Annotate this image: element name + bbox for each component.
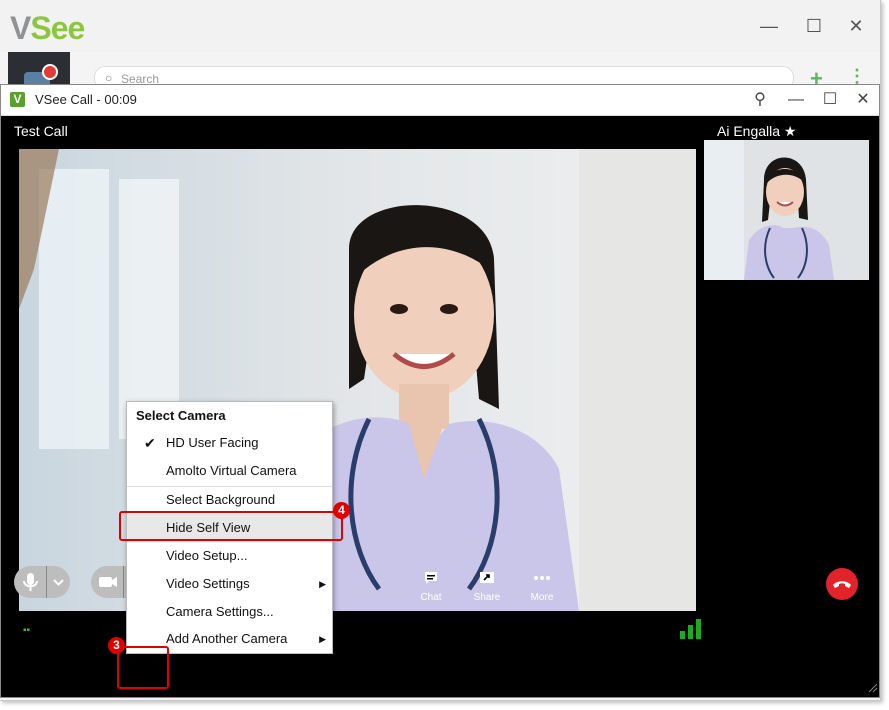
annotation-step-badge-4: 4 bbox=[333, 502, 350, 519]
submenu-arrow-icon: ▶ bbox=[319, 634, 326, 644]
annotation-highlight-camera-options bbox=[117, 646, 169, 689]
annotation-highlight-hide-self-view bbox=[119, 511, 343, 541]
menu-item-label: Video Setup... bbox=[166, 548, 248, 563]
call-minimize-button[interactable]: — bbox=[785, 89, 807, 111]
main-maximize-button[interactable]: ☐ bbox=[802, 14, 826, 38]
nurse-video-image bbox=[19, 149, 696, 611]
chat-button[interactable]: Chat bbox=[408, 570, 454, 603]
search-icon: ○ bbox=[105, 71, 113, 85]
main-video-feed bbox=[19, 149, 696, 611]
vsee-logo: VSee bbox=[10, 10, 85, 47]
menu-item-camera-settings[interactable]: Camera Settings... bbox=[127, 598, 332, 626]
chat-icon bbox=[408, 570, 454, 590]
checkmark-icon: ✔ bbox=[144, 435, 156, 451]
vsee-main-titlebar bbox=[0, 0, 880, 52]
more-dots-icon bbox=[519, 570, 565, 590]
microphone-options-button[interactable] bbox=[47, 566, 70, 598]
vsee-logo-see: See bbox=[30, 10, 85, 46]
main-minimize-button[interactable]: — bbox=[757, 14, 781, 38]
microphone-control bbox=[14, 566, 70, 598]
notification-dot bbox=[42, 64, 58, 80]
share-label: Share bbox=[473, 592, 501, 603]
vsee-logo-v: V bbox=[10, 10, 31, 46]
annotation-step-badge-3: 3 bbox=[108, 637, 125, 654]
self-view-image bbox=[704, 140, 869, 280]
remote-participant-name: Ai Engalla ★ bbox=[717, 123, 797, 139]
microphone-button[interactable] bbox=[14, 566, 46, 598]
menu-item-hd-user-facing[interactable]: ✔ HD User Facing bbox=[127, 429, 332, 457]
menu-item-video-setup[interactable]: Video Setup... bbox=[127, 542, 332, 570]
call-titlebar: V VSee Call - 00:09 ⚲ — ☐ ✕ bbox=[1, 85, 879, 116]
call-label: Test Call bbox=[14, 123, 68, 139]
share-button[interactable]: Share bbox=[464, 570, 510, 603]
main-close-button[interactable]: ✕ bbox=[844, 14, 868, 38]
menu-item-label: Camera Settings... bbox=[166, 604, 274, 619]
chevron-down-icon bbox=[53, 579, 64, 586]
camera-button[interactable] bbox=[91, 566, 123, 598]
menu-item-amolto-virtual-camera[interactable]: Amolto Virtual Camera bbox=[127, 457, 332, 485]
more-button[interactable]: More bbox=[519, 570, 565, 603]
menu-item-label: HD User Facing bbox=[166, 435, 259, 450]
pin-icon[interactable]: ⚲ bbox=[749, 89, 771, 111]
call-maximize-button[interactable]: ☐ bbox=[819, 89, 841, 111]
menu-item-label: Video Settings bbox=[166, 576, 250, 591]
menu-item-video-settings[interactable]: Video Settings ▶ bbox=[127, 570, 332, 598]
chat-label: Chat bbox=[420, 592, 442, 603]
signal-strength-icon bbox=[680, 619, 701, 639]
microphone-icon bbox=[23, 573, 38, 591]
menu-heading: Select Camera bbox=[136, 408, 226, 423]
menu-item-label: Add Another Camera bbox=[166, 631, 288, 646]
menu-item-label: Select Background bbox=[166, 492, 276, 507]
hang-up-phone-icon bbox=[833, 581, 851, 588]
submenu-arrow-icon: ▶ bbox=[319, 579, 326, 589]
audio-status-indicator: ▪▪ bbox=[23, 625, 31, 636]
self-view-video bbox=[704, 140, 869, 280]
menu-item-select-background[interactable]: Select Background bbox=[127, 486, 332, 514]
call-window-title: VSee Call - 00:09 bbox=[35, 92, 137, 107]
vsee-call-logo-icon: V bbox=[10, 92, 25, 107]
video-camera-icon bbox=[99, 577, 117, 587]
call-close-button[interactable]: ✕ bbox=[852, 89, 874, 111]
share-icon bbox=[464, 570, 510, 590]
resize-grip-icon[interactable] bbox=[866, 681, 878, 693]
end-call-button[interactable] bbox=[826, 568, 858, 600]
more-label: More bbox=[530, 592, 554, 603]
menu-item-label: Amolto Virtual Camera bbox=[166, 463, 297, 478]
